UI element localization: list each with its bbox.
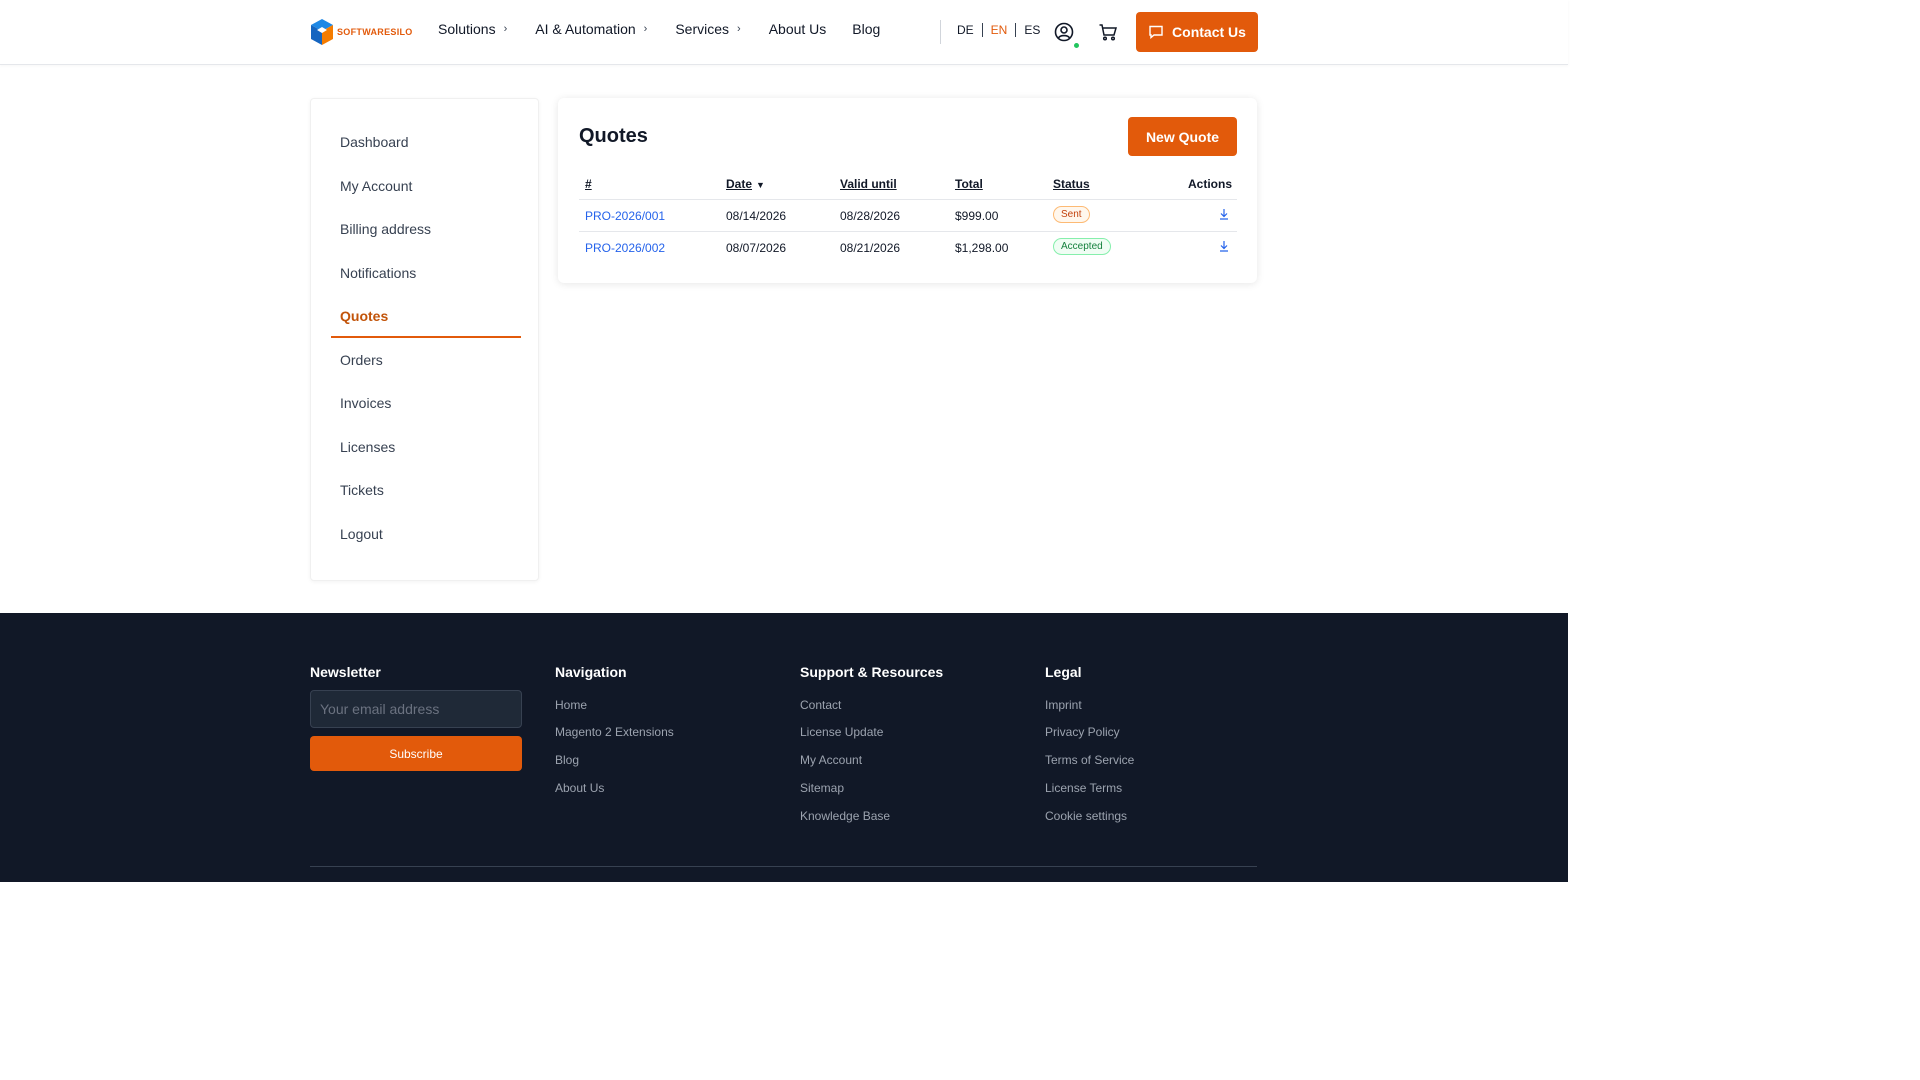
column-header-number[interactable]: # (585, 177, 592, 191)
sort-desc-icon: ▼ (756, 180, 765, 190)
contact-us-button[interactable]: Contact Us (1136, 12, 1258, 52)
nav-label: AI & Automation (535, 21, 636, 37)
user-circle-icon[interactable] (1054, 22, 1074, 42)
footer-link-my-account[interactable]: My Account (800, 753, 862, 767)
nav-blog[interactable]: Blog (852, 21, 880, 37)
lang-separator (981, 23, 983, 37)
new-quote-button[interactable]: New Quote (1128, 117, 1237, 156)
nav-label: Services (675, 21, 730, 37)
account-sidebar: Dashboard My Account Billing address Not… (310, 98, 539, 581)
sidebar-item-notifications[interactable]: Notifications (340, 265, 416, 281)
quote-number-link[interactable]: PRO-2026/001 (585, 209, 665, 223)
nav-label: About Us (768, 21, 827, 37)
contact-us-label: Contact Us (1172, 24, 1246, 40)
footer-link-about-us[interactable]: About Us (555, 781, 604, 795)
sidebar-item-my-account[interactable]: My Account (340, 178, 412, 194)
column-header-valid-until[interactable]: Valid until (840, 177, 897, 191)
column-header-status[interactable]: Status (1053, 177, 1090, 191)
quote-valid-until: 08/21/2026 (840, 241, 901, 255)
table-row-divider (579, 231, 1237, 232)
quote-date: 08/07/2026 (726, 241, 787, 255)
legal-title: Legal (1045, 664, 1082, 680)
footer-link-magento-extensions[interactable]: Magento 2 Extensions (555, 725, 674, 739)
column-header-date[interactable]: Date ▼ (726, 177, 765, 191)
lang-en[interactable]: EN (991, 23, 1008, 37)
site-footer: Newsletter Subscribe Navigation Home Mag… (0, 613, 1568, 882)
quotes-card: Quotes New Quote # Date ▼ Valid until Tot… (558, 98, 1257, 283)
newsletter-title: Newsletter (310, 664, 381, 680)
footer-link-cookie-settings[interactable]: Cookie settings (1045, 809, 1127, 823)
subscribe-button[interactable]: Subscribe (310, 736, 522, 771)
site-header: SOFTWARESILO Solutions › AI & Automation… (0, 0, 1568, 65)
nav-about-us[interactable]: About Us (769, 21, 827, 37)
sidebar-item-dashboard[interactable]: Dashboard (340, 134, 409, 150)
status-badge: Sent (1053, 206, 1090, 223)
footer-link-sitemap[interactable]: Sitemap (800, 781, 844, 795)
column-header-total[interactable]: Total (955, 177, 983, 191)
header-divider (940, 20, 941, 44)
footer-link-license-terms[interactable]: License Terms (1045, 781, 1122, 795)
footer-link-home[interactable]: Home (555, 698, 587, 712)
footer-divider (310, 866, 1257, 867)
status-badge: Accepted (1053, 238, 1111, 255)
sidebar-item-tickets[interactable]: Tickets (340, 482, 384, 498)
page-title: Quotes (579, 125, 648, 147)
nav-ai-automation[interactable]: AI & Automation › (535, 21, 647, 37)
quote-total: $999.00 (955, 209, 999, 223)
main-nav: Solutions › AI & Automation › Services ›… (438, 21, 880, 37)
download-icon[interactable] (1218, 208, 1230, 220)
footer-link-license-update[interactable]: License Update (800, 725, 883, 739)
newsletter-email-input[interactable] (310, 690, 522, 728)
quote-date: 08/14/2026 (726, 209, 787, 223)
chevron-right-icon: › (503, 23, 508, 35)
support-title: Support & Resources (800, 664, 944, 680)
cart-icon[interactable] (1098, 22, 1118, 42)
chevron-right-icon: › (737, 23, 741, 35)
nav-solutions[interactable]: Solutions › (438, 21, 507, 37)
lang-es[interactable]: ES (1024, 23, 1040, 37)
footer-link-contact[interactable]: Contact (800, 698, 841, 712)
logo-cube-icon (311, 19, 333, 45)
footer-link-knowledge-base[interactable]: Knowledge Base (800, 809, 890, 823)
sidebar-item-quotes[interactable]: Quotes (340, 308, 388, 324)
sidebar-item-logout[interactable]: Logout (340, 526, 383, 542)
language-switcher: DE EN ES (957, 23, 1040, 37)
footer-link-terms-of-service[interactable]: Terms of Service (1045, 753, 1134, 767)
sidebar-item-billing-address[interactable]: Billing address (340, 221, 431, 237)
quote-total: $1,298.00 (955, 241, 1009, 255)
online-status-dot (1073, 42, 1080, 49)
footer-link-blog[interactable]: Blog (555, 753, 579, 767)
quote-number-link[interactable]: PRO-2026/002 (585, 241, 665, 255)
footer-link-privacy-policy[interactable]: Privacy Policy (1045, 725, 1120, 739)
active-item-underline (331, 336, 521, 338)
table-row-divider (579, 199, 1237, 200)
lang-separator (1015, 23, 1017, 37)
nav-label: Blog (852, 21, 881, 37)
footer-link-imprint[interactable]: Imprint (1045, 698, 1082, 712)
quote-valid-until: 08/28/2026 (840, 209, 901, 223)
chat-bubble-icon (1149, 25, 1163, 39)
navigation-title: Navigation (555, 664, 627, 680)
sidebar-item-invoices[interactable]: Invoices (340, 395, 391, 411)
sidebar-item-licenses[interactable]: Licenses (340, 439, 395, 455)
column-header-actions: Actions (1188, 177, 1233, 191)
lang-de[interactable]: DE (957, 23, 974, 37)
column-header-date-label: Date (726, 177, 753, 191)
sidebar-item-orders[interactable]: Orders (340, 352, 383, 368)
logo[interactable]: SOFTWARESILO (310, 18, 413, 46)
download-icon[interactable] (1218, 240, 1230, 252)
chevron-right-icon: › (643, 23, 648, 35)
nav-services[interactable]: Services › (675, 21, 740, 37)
logo-text: SOFTWARESILO (337, 27, 413, 37)
nav-label: Solutions (438, 21, 496, 37)
